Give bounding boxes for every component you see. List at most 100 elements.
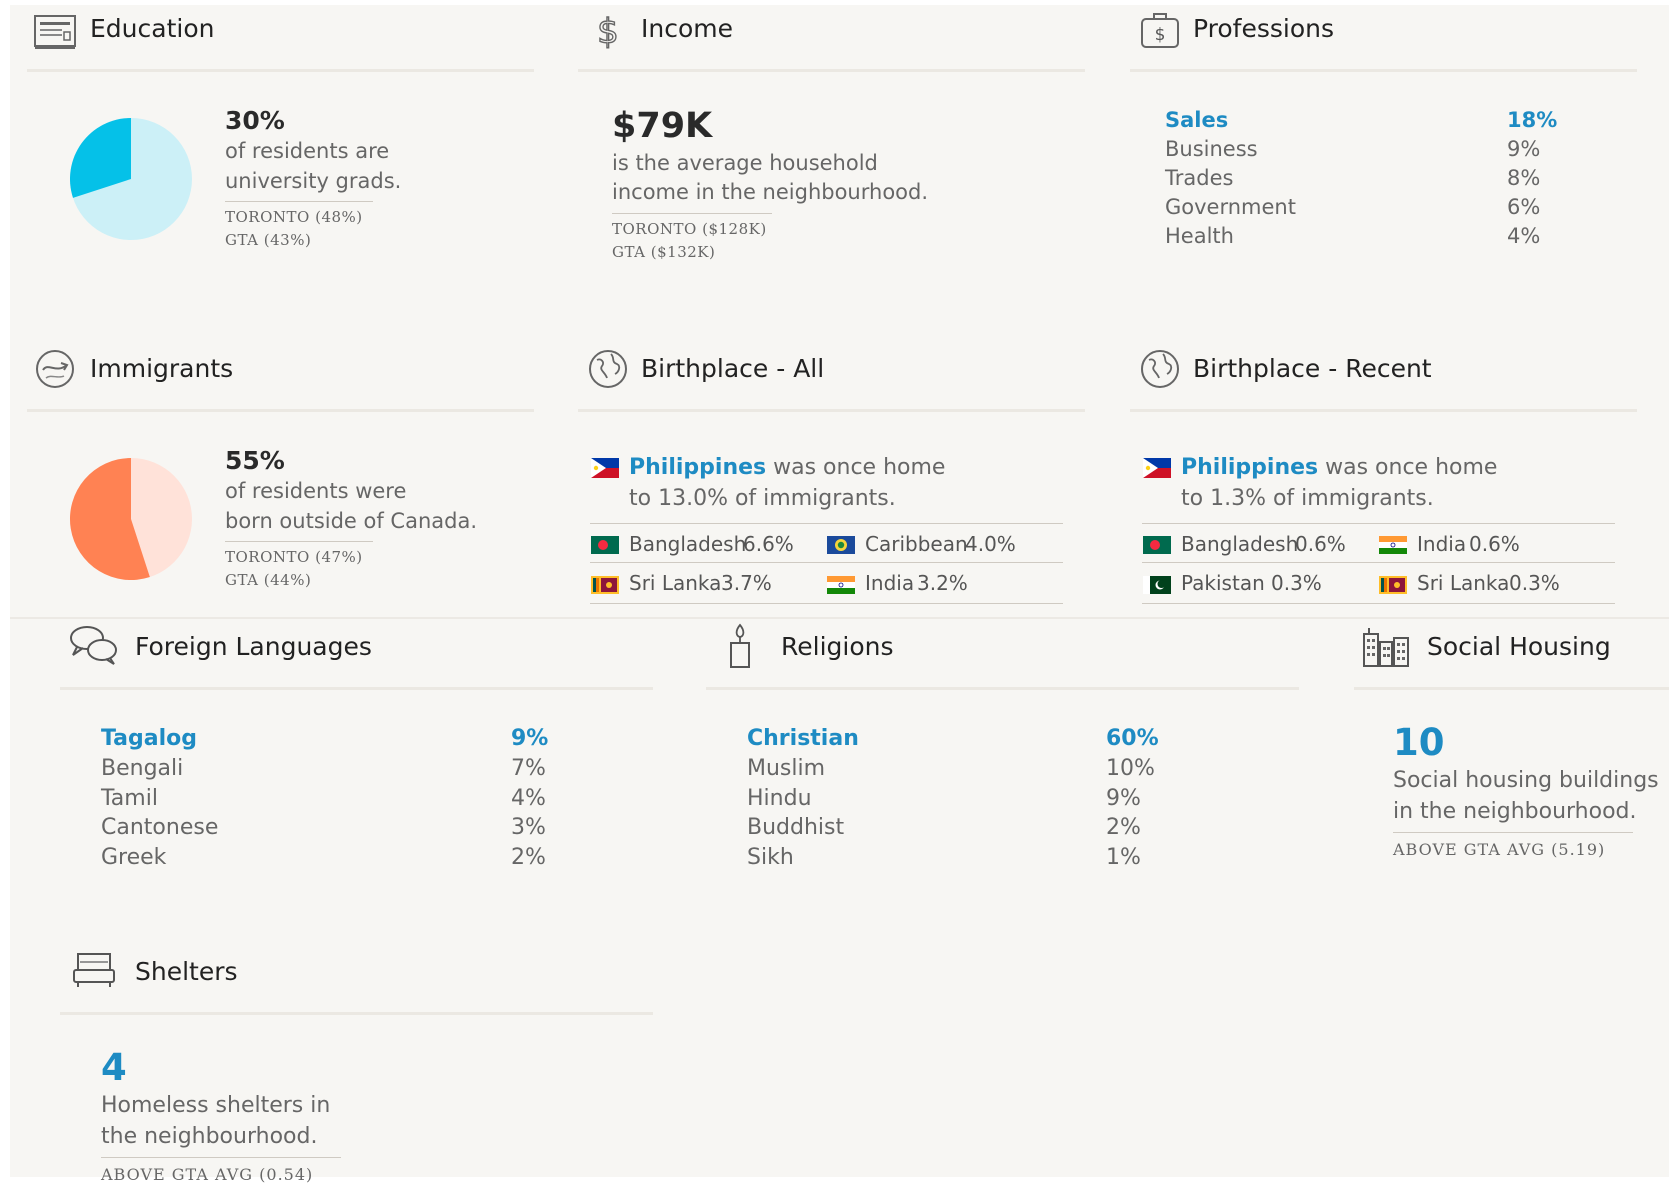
education-compare-toronto: TORONTO (48%) [225,208,363,226]
globe-icon [589,350,627,388]
education-percent: 30% [225,106,285,135]
bangladesh-flag-icon [591,536,619,554]
bangladesh-flag-icon [1143,536,1171,554]
profession-value: 6% [1507,195,1541,219]
birthplace-all-country: India [865,571,915,595]
education-desc-2: university grads. [225,169,402,193]
birthplace-all-top-country: Philippines [629,455,767,480]
pakistan-flag-icon [1143,576,1171,594]
language-name: Bengali [101,756,184,781]
philippines-flag-icon [1143,458,1171,478]
birthplace-recent-value: 0.3% [1271,571,1322,595]
profession-value: 18% [1507,108,1558,132]
income-compare-gta: GTA ($132K) [612,243,716,261]
education-divider [27,69,534,72]
profession-value: 9% [1507,137,1541,161]
profession-value: 4% [1507,224,1541,248]
religion-name: Christian [747,726,859,751]
birthplace-recent-value: 0.3% [1509,571,1560,595]
birthplace-recent-rule-1 [1142,523,1615,524]
birthplace-all-headline-2: to 13.0% of immigrants. [629,486,896,511]
birthplace-recent-country: Pakistan [1181,571,1265,595]
birthplace-recent-top-text: was once home [1318,455,1498,480]
birthplace-recent-top-country: Philippines [1181,455,1319,480]
profession-value: 8% [1507,166,1541,190]
language-name: Tagalog [101,726,198,751]
speech-bubbles-icon [70,626,117,665]
immigrants-title: Immigrants [90,354,234,383]
immigrants-divider [27,409,534,412]
dollar-icon: $ [596,11,619,52]
language-value: 9% [511,726,549,751]
birthplace-all-headline: Philippines was once home [629,455,945,480]
profession-name: Sales [1165,108,1229,132]
religion-name: Sikh [747,845,794,870]
birthplace-recent-country: India [1417,532,1467,556]
income-desc-1: is the average household [612,151,878,175]
birthplace-all-country: Caribbean [865,532,968,556]
shelters-desc-2: the neighbourhood. [101,1124,318,1149]
social-housing-compare: ABOVE GTA AVG (5.19) [1393,840,1606,859]
education-icon [34,15,76,49]
birthplace-recent-headline: Philippines was once home [1181,455,1497,480]
religion-value: 60% [1106,726,1159,751]
birthplace-all-value: 3.2% [917,571,968,595]
income-note-rule [612,213,772,214]
india-flag-icon [1379,536,1407,554]
immigrants-pie [69,458,192,580]
birthplace-recent-country: Bangladesh [1181,532,1299,556]
shelters-desc-1: Homeless shelters in [101,1093,331,1118]
bed-icon [73,953,115,987]
social-housing-desc-1: Social housing buildings [1393,768,1659,793]
income-desc-2: income in the neighbourhood. [612,180,929,204]
caribbean-flag-icon [827,536,855,554]
birthplace-all-country: Bangladesh [629,532,747,556]
birthplace-all-divider [578,409,1085,412]
religion-name: Buddhist [747,815,845,840]
birthplace-all-rule-1 [590,523,1063,524]
philippines-flag-icon [591,458,619,478]
svg-text:$: $ [597,12,619,52]
immigrants-desc-2: born outside of Canada. [225,509,478,533]
language-name: Cantonese [101,815,219,840]
birthplace-all-title: Birthplace - All [641,354,825,383]
income-title: Income [641,14,733,43]
education-compare-gta: GTA (43%) [225,231,312,249]
immigrants-desc-1: of residents were [225,479,407,503]
birthplace-all-value: 6.6% [743,532,794,556]
religion-value: 2% [1106,815,1141,840]
birthplace-recent-rule-2 [1142,562,1615,563]
language-value: 4% [511,786,546,811]
immigrants-icon [36,350,74,388]
birthplace-recent-value: 0.6% [1469,532,1520,556]
languages-divider [60,687,653,690]
shelters-divider [60,1012,653,1015]
birthplace-all-rule-3 [590,603,1063,604]
globe-icon [1141,350,1179,388]
education-title: Education [90,14,215,43]
band-divider [10,617,1669,619]
birthplace-recent-divider [1130,409,1637,412]
profession-name: Government [1165,195,1296,219]
languages-title: Foreign Languages [135,632,372,661]
language-value: 3% [511,815,546,840]
income-compare-toronto: TORONTO ($128K) [612,220,767,238]
education-pie [70,118,192,240]
education-desc-1: of residents are [225,139,390,163]
candle-icon [730,623,750,668]
profession-name: Health [1165,224,1234,248]
shelters-compare: ABOVE GTA AVG (0.54) [101,1165,314,1184]
briefcase-icon: $ [1141,13,1179,48]
religions-divider [706,687,1299,690]
birthplace-all-value: 3.7% [721,571,772,595]
birthplace-all-country: Sri Lanka [629,571,722,595]
language-value: 2% [511,845,546,870]
india-flag-icon [827,576,855,594]
immigrants-percent: 55% [225,446,285,475]
income-value: $79K [612,106,713,146]
shelters-note-rule [101,1157,341,1158]
language-name: Tamil [101,786,158,811]
birthplace-recent-title: Birthplace - Recent [1193,354,1432,383]
religions-title: Religions [781,632,894,661]
birthplace-recent-headline-2: to 1.3% of immigrants. [1181,486,1434,511]
